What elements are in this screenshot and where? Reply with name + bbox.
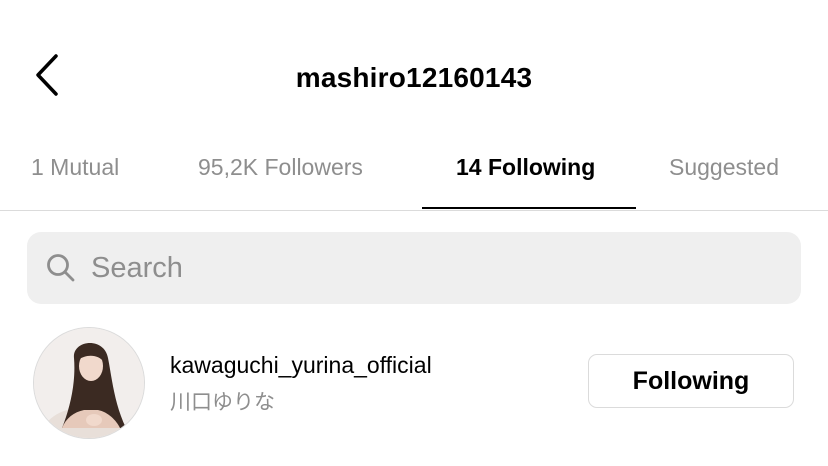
username[interactable]: kawaguchi_yurina_official (170, 352, 432, 379)
full-name: 川口ゆりな (170, 391, 275, 414)
tab-bar: 1 Mutual 95,2K Followers 14 Following Su… (0, 140, 828, 211)
search-icon (47, 254, 75, 282)
following-button[interactable]: Following (588, 354, 794, 408)
list-item[interactable]: kawaguchi_yurina_official 川口ゆりな Followin… (0, 322, 828, 442)
tab-following[interactable]: 14 Following (456, 154, 595, 181)
tab-suggested[interactable]: Suggested (669, 154, 779, 181)
search-input[interactable] (91, 232, 781, 304)
page-title: mashiro12160143 (295, 62, 533, 93)
header: mashiro12160143 (0, 0, 828, 150)
following-screen: mashiro12160143 1 Mutual 95,2K Followers… (0, 0, 828, 466)
tab-followers[interactable]: 95,2K Followers (198, 154, 363, 181)
avatar[interactable] (33, 327, 145, 439)
profile-photo (34, 328, 144, 438)
tab-mutual[interactable]: 1 Mutual (31, 154, 119, 181)
search-bar[interactable] (27, 232, 801, 304)
active-tab-indicator (422, 207, 636, 209)
